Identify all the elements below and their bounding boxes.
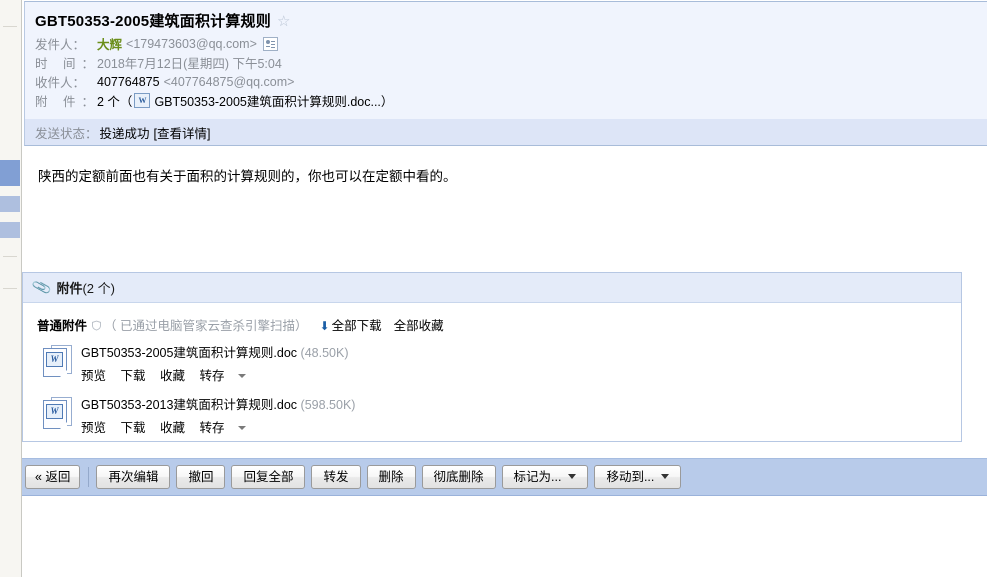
from-label: 发件人： bbox=[35, 38, 86, 52]
delete-button[interactable]: 删除 bbox=[366, 465, 416, 489]
word-doc-icon: W bbox=[43, 345, 72, 377]
download-link[interactable]: 下载 bbox=[121, 369, 146, 383]
attachment-item: W GBT50353-2013建筑面积计算规则.doc (598.50K) 预览… bbox=[37, 395, 961, 437]
recall-button[interactable]: 撤回 bbox=[176, 465, 226, 489]
attachment-actions: 预览 下载 收藏 转存 bbox=[81, 365, 349, 384]
download-all-label: 全部下载 bbox=[331, 318, 382, 333]
favorite-link[interactable]: 收藏 bbox=[160, 421, 185, 435]
sender-name[interactable]: 大辉 bbox=[97, 34, 122, 53]
attachments-panel-header: 📎 附件 (2 个) bbox=[23, 273, 961, 303]
mark-as-label: 标记为... bbox=[513, 470, 562, 484]
word-doc-icon: W bbox=[43, 397, 72, 429]
attachment-file-size: (598.50K) bbox=[300, 398, 356, 412]
send-status-label: 发送状态： bbox=[35, 126, 98, 141]
rail-item[interactable] bbox=[0, 196, 20, 212]
caret-down-icon bbox=[568, 474, 577, 479]
send-status-value: 投递成功 bbox=[99, 126, 150, 141]
move-to-button[interactable]: 移动到... bbox=[594, 465, 682, 489]
attachment-file-name[interactable]: GBT50353-2005建筑面积计算规则.doc bbox=[81, 346, 297, 360]
favorite-link[interactable]: 收藏 bbox=[160, 369, 185, 383]
save-to-label: 转存 bbox=[199, 369, 225, 383]
download-arrow-icon: ⬇ bbox=[319, 318, 330, 333]
mail-body-text: 陕西的定额前面也有关于面积的计算规则的，你也可以在定额中看的。 bbox=[38, 169, 457, 184]
rail-divider bbox=[3, 256, 17, 257]
attachment-name-row: GBT50353-2005建筑面积计算规则.doc (48.50K) bbox=[81, 344, 349, 362]
caret-down-icon bbox=[237, 426, 246, 430]
from-row: 发件人： 大辉 <179473603@qq.com> bbox=[35, 34, 987, 53]
time-row: 时 间： 2018年7月12日(星期四) 下午5:04 bbox=[35, 53, 987, 72]
attachments-panel: 📎 附件 (2 个) 普通附件 （ 已通过电脑管家云查杀引擎扫描） ⬇ 全部下载 … bbox=[22, 272, 962, 442]
favorite-all-button[interactable]: 全部收藏 bbox=[394, 315, 444, 334]
reply-all-button[interactable]: 回复全部 bbox=[231, 465, 306, 489]
mark-as-button[interactable]: 标记为... bbox=[501, 465, 589, 489]
caret-down-icon bbox=[661, 474, 670, 479]
save-to-link[interactable]: 转存 bbox=[200, 369, 246, 383]
contact-card-icon[interactable] bbox=[262, 36, 278, 51]
permanent-delete-button[interactable]: 彻底删除 bbox=[421, 465, 496, 489]
rail-item-selected[interactable] bbox=[0, 160, 20, 186]
mail-body: 陕西的定额前面也有关于面积的计算规则的，你也可以在定额中看的。 bbox=[24, 146, 987, 268]
save-to-label: 转存 bbox=[199, 421, 225, 435]
star-outline-icon[interactable]: ☆ bbox=[277, 14, 290, 29]
scan-note-text: （ 已通过电脑管家云查杀引擎扫描） bbox=[104, 318, 308, 333]
toolbar-separator bbox=[88, 467, 90, 487]
sender-address[interactable]: <179473603@qq.com> bbox=[126, 37, 257, 51]
pane-bottom-filler bbox=[22, 497, 987, 577]
rail-divider bbox=[3, 26, 17, 27]
to-label: 收件人： bbox=[35, 76, 86, 90]
attachment-file-size: (48.50K) bbox=[300, 346, 349, 360]
caret-down-icon bbox=[237, 374, 246, 378]
rail-item[interactable] bbox=[0, 222, 20, 238]
preview-link[interactable]: 预览 bbox=[81, 369, 106, 383]
mail-reading-pane: GBT50353-2005建筑面积计算规则 ☆ 发件人： 大辉 <1794736… bbox=[0, 0, 987, 577]
attachments-count: (2 个) bbox=[82, 281, 115, 296]
preview-link[interactable]: 预览 bbox=[81, 421, 106, 435]
time-value: 2018年7月12日(星期四) 下午5:04 bbox=[97, 57, 282, 71]
edit-again-button[interactable]: 再次编辑 bbox=[96, 465, 171, 489]
attachment-item: W GBT50353-2005建筑面积计算规则.doc (48.50K) 预览 … bbox=[37, 343, 961, 385]
send-status-bar: 发送状态： 投递成功 [查看详情] bbox=[24, 119, 987, 146]
paperclip-icon: 📎 bbox=[30, 276, 53, 298]
view-detail-link[interactable]: [查看详情] bbox=[154, 123, 211, 142]
action-toolbar: « 返回 再次编辑 撤回 回复全部 转发 删除 彻底删除 标记为... 移动到.… bbox=[22, 458, 987, 496]
attachment-meta: GBT50353-2013建筑面积计算规则.doc (598.50K) 预览 下… bbox=[81, 395, 355, 436]
subject-row: GBT50353-2005建筑面积计算规则 ☆ bbox=[35, 10, 987, 34]
mail-subject: GBT50353-2005建筑面积计算规则 bbox=[35, 13, 271, 30]
save-to-link[interactable]: 转存 bbox=[200, 421, 246, 435]
attachments-title: 附件 bbox=[56, 281, 83, 296]
attachment-file-name[interactable]: GBT50353-2013建筑面积计算规则.doc bbox=[81, 398, 297, 412]
recipient-address[interactable]: <407764875@qq.com> bbox=[164, 75, 295, 89]
attachments-body: 普通附件 （ 已通过电脑管家云查杀引擎扫描） ⬇ 全部下载 全部收藏 W GBT… bbox=[23, 303, 961, 437]
attachment-label: 附 件： bbox=[35, 95, 100, 109]
back-button[interactable]: « 返回 bbox=[25, 465, 81, 489]
rail-divider bbox=[3, 288, 17, 289]
normal-attachments-label: 普通附件 bbox=[37, 318, 88, 333]
mail-header: GBT50353-2005建筑面积计算规则 ☆ 发件人： 大辉 <1794736… bbox=[24, 1, 987, 119]
folder-list-rail[interactable] bbox=[0, 0, 22, 577]
shield-check-icon bbox=[92, 320, 102, 331]
normal-attachments-row: 普通附件 （ 已通过电脑管家云查杀引擎扫描） ⬇ 全部下载 全部收藏 bbox=[37, 315, 961, 333]
scan-note: （ 已通过电脑管家云查杀引擎扫描） bbox=[91, 315, 308, 334]
attachment-name-row: GBT50353-2013建筑面积计算规则.doc (598.50K) bbox=[81, 396, 355, 414]
move-to-label: 移动到... bbox=[606, 470, 655, 484]
to-row: 收件人： 407764875 <407764875@qq.com> bbox=[35, 72, 987, 91]
download-link[interactable]: 下载 bbox=[121, 421, 146, 435]
forward-button[interactable]: 转发 bbox=[311, 465, 361, 489]
attachment-row: 附 件： 2 个（ W GBT50353-2005建筑面积计算规则.doc...… bbox=[35, 91, 987, 110]
download-all-button[interactable]: ⬇ 全部下载 bbox=[320, 315, 382, 334]
word-doc-icon: W bbox=[134, 93, 151, 108]
attachment-actions: 预览 下载 收藏 转存 bbox=[81, 417, 355, 436]
attachment-count: 2 个（ bbox=[97, 95, 133, 109]
recipient-name[interactable]: 407764875 bbox=[97, 75, 160, 89]
attachment-meta: GBT50353-2005建筑面积计算规则.doc (48.50K) 预览 下载… bbox=[81, 343, 349, 384]
attachment-preview-name[interactable]: GBT50353-2005建筑面积计算规则.doc...） bbox=[154, 91, 393, 110]
time-label: 时 间： bbox=[35, 57, 100, 71]
